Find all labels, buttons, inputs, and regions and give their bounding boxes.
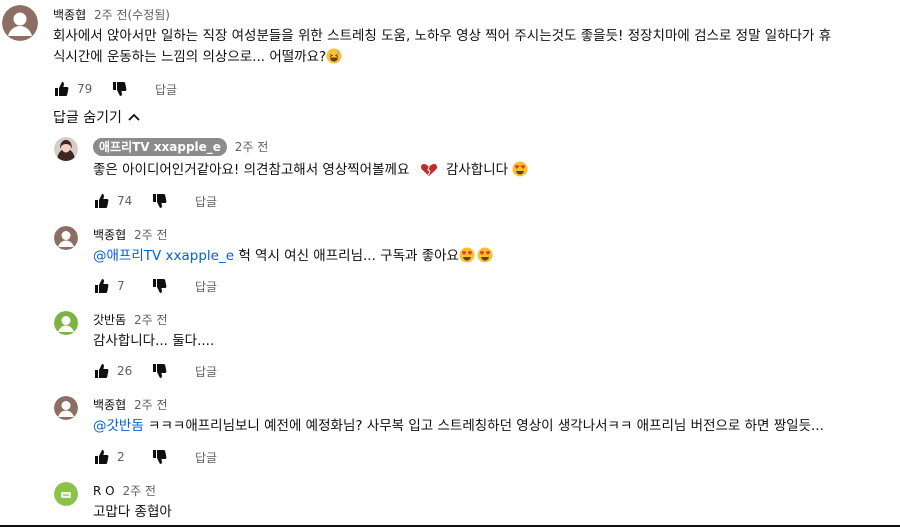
reply-button[interactable]: 답글	[195, 193, 217, 210]
chevron-up-icon	[128, 113, 140, 121]
reply-button[interactable]: 답글	[195, 449, 217, 466]
reply-text-thanks: 감사합니다	[445, 162, 509, 178]
avatar[interactable]	[54, 311, 78, 335]
comment-text-line2-wrap: 식시간에 운동하는 느낌의 의상으로... 어떨까요?	[53, 47, 900, 71]
mention-link[interactable]: @애프리TV xxapple_e	[93, 248, 234, 264]
reply-actions: 2 답글	[93, 447, 217, 467]
reply-text: @갓반돔 ㅋㅋㅋ애프리님보니 예전에 예정화님? 사무복 입고 스트레칭하던 영…	[93, 416, 824, 437]
dislike-icon[interactable]	[151, 278, 167, 294]
like-icon[interactable]	[93, 363, 109, 379]
reply-header: 애프리TV xxapple_e 2주 전	[93, 138, 269, 156]
reply-time[interactable]: 2주 전	[134, 228, 168, 242]
reply-time[interactable]: 2주 전	[134, 398, 168, 412]
dislike-icon[interactable]	[151, 363, 167, 379]
reply-button[interactable]: 답글	[195, 278, 217, 295]
reply-text-main: ㅋㅋㅋ애프리님보니 예전에 예정화님? 사무복 입고 스트레칭하던 영상이 생각…	[143, 418, 824, 434]
reply-actions: 26 답글	[93, 361, 217, 381]
hide-replies-label: 답글 숨기기	[53, 110, 122, 126]
reply-time[interactable]: 2주 전	[235, 140, 269, 154]
like-count: 79	[77, 82, 93, 96]
reply-text: 감사합니다... 둘다....	[93, 331, 214, 352]
reply-header: 백종협 2주 전	[93, 226, 167, 243]
avatar[interactable]	[54, 396, 78, 420]
reply-author[interactable]: 백종협	[93, 228, 126, 242]
reply-actions: 74 답글	[93, 191, 217, 211]
comment-author[interactable]: 백종협	[53, 8, 86, 22]
reply-header: 갓반돔 2주 전	[93, 311, 167, 328]
reply-text: 고맙다 종협아	[93, 502, 172, 523]
comment-time[interactable]: 2주 전(수정됨)	[94, 8, 170, 22]
dislike-icon[interactable]	[151, 449, 167, 465]
like-icon[interactable]	[93, 278, 109, 294]
divider	[0, 525, 900, 527]
dislike-icon[interactable]	[111, 81, 127, 97]
comment-actions: 79 답글	[53, 79, 177, 99]
heart-eyes-emoji	[512, 161, 528, 184]
reply-actions: 7 답글	[93, 276, 217, 296]
like-count: 2	[117, 450, 125, 464]
reply-text-main: 헉 역시 여신 애프리님... 구독과 좋아요	[234, 248, 459, 264]
comment-text: 회사에서 앉아서만 일하는 직장 여성분들을 위한 스트레칭 도움, 노하우 영…	[53, 26, 900, 71]
avatar[interactable]	[2, 5, 38, 41]
avatar[interactable]	[54, 226, 78, 250]
avatar[interactable]	[54, 482, 78, 506]
like-count: 7	[117, 279, 125, 293]
reply-header: 백종협 2주 전	[93, 396, 167, 413]
mention-link[interactable]: @갓반돔	[93, 418, 144, 434]
reply-text: 좋은 아이디어인거같아요! 의견참고해서 영상찍어볼께요 감사합니다	[93, 160, 528, 184]
reply-time[interactable]: 2주 전	[134, 313, 168, 327]
like-count: 26	[117, 364, 133, 378]
heart-eyes-emoji	[459, 247, 475, 270]
comment-text-line1: 회사에서 앉아서만 일하는 직장 여성분들을 위한 스트레칭 도움, 노하우 영…	[53, 28, 832, 44]
comment-header: 백종협 2주 전(수정됨)	[53, 6, 170, 23]
reply-text: @애프리TV xxapple_e 헉 역시 여신 애프리님... 구독과 좋아요	[93, 246, 493, 270]
heart-eyes-emoji	[477, 247, 493, 270]
heart-icon	[420, 163, 438, 184]
reply-text-main: 감사합니다... 둘다....	[93, 333, 215, 349]
hide-replies-button[interactable]: 답글 숨기기	[53, 107, 140, 127]
reply-header: R O 2주 전	[93, 482, 156, 499]
like-icon[interactable]	[93, 193, 109, 209]
reply-author[interactable]: 갓반돔	[93, 313, 126, 327]
like-count: 74	[117, 194, 133, 208]
reply-text-main: 고맙다 종협아	[93, 504, 172, 520]
reply-time[interactable]: 2주 전	[122, 484, 156, 498]
reply-button[interactable]: 답글	[195, 363, 217, 380]
reply-button[interactable]: 답글	[155, 81, 177, 98]
comment-text-line2: 식시간에 운동하는 느낌의 의상으로... 어떨까요?	[53, 49, 327, 65]
reply-author[interactable]: R O	[93, 484, 115, 498]
creator-badge-author[interactable]: 애프리TV xxapple_e	[93, 138, 227, 156]
grinning-sweat-emoji	[326, 48, 342, 71]
avatar[interactable]	[54, 137, 78, 161]
like-icon[interactable]	[53, 81, 69, 97]
reply-author[interactable]: 백종협	[93, 398, 126, 412]
reply-text-main: 좋은 아이디어인거같아요! 의견참고해서 영상찍어볼께요	[93, 162, 410, 178]
dislike-icon[interactable]	[151, 193, 167, 209]
like-icon[interactable]	[93, 449, 109, 465]
